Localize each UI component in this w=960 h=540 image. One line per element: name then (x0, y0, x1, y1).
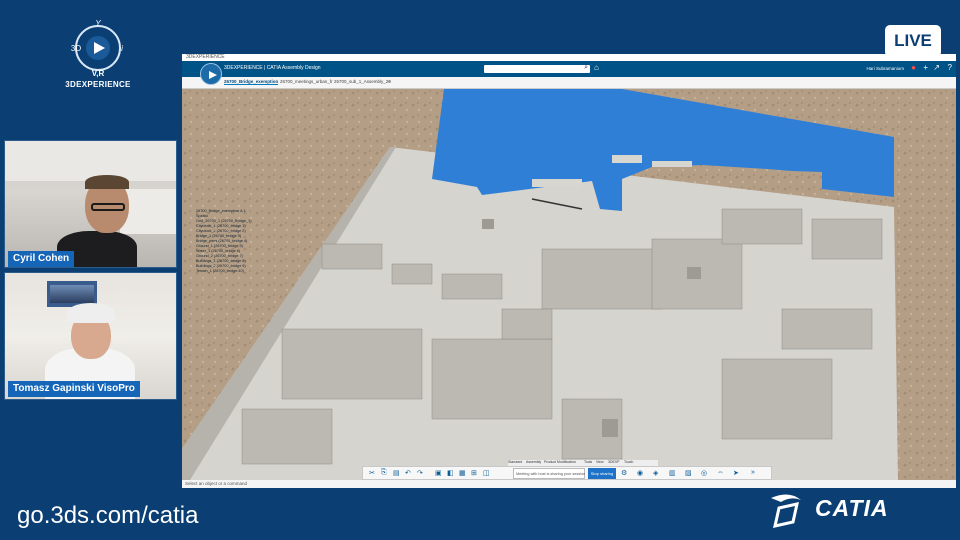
camera-icon[interactable]: ◎ (701, 469, 707, 477)
search-input[interactable]: ⌕ (484, 64, 590, 73)
webcam-cyril: Cyril Cohen (4, 140, 177, 268)
tag-icon[interactable]: ⌂ (594, 63, 599, 72)
section-icon[interactable]: ▥ (669, 469, 676, 477)
insert-icon[interactable]: ▣ (435, 469, 442, 477)
settings-icon[interactable]: ⚙ (621, 469, 627, 477)
copy-icon[interactable]: ⎘ (381, 469, 387, 477)
tab-view[interactable]: View (596, 460, 604, 464)
measure-icon[interactable]: ◫ (483, 469, 490, 477)
live-badge: LIVE (885, 25, 941, 57)
svg-text:3D: 3D (71, 44, 81, 53)
tab-standard[interactable]: Standard (508, 460, 522, 464)
tab-bridge-exemption[interactable]: 26700_Bridge_exemption (224, 79, 279, 85)
catia-window: 3DEXPERIENCE 3DEXPERIENCE | CATIA Assemb… (182, 54, 956, 488)
search-icon[interactable]: ⌕ (584, 64, 588, 72)
webcam-tomasz: Tomasz Gapinski VisoPro (4, 272, 177, 400)
tab-touch[interactable]: Touch (624, 460, 633, 464)
new-tab-icon[interactable]: + (388, 79, 391, 84)
add-icon[interactable]: + (923, 63, 928, 72)
user-name[interactable]: Hari Subramanium (866, 66, 904, 71)
view-icon[interactable]: ◈ (653, 469, 658, 477)
tab-assembly[interactable]: Assembly (526, 460, 541, 464)
footer-url[interactable]: go.3ds.com/catia (17, 502, 198, 530)
tab-3dexp[interactable]: 3DEXP (608, 460, 619, 464)
notification-icon[interactable]: ● (911, 63, 916, 72)
3dexperience-logo: Y 3D i V,R 3DEXPERIENCE (48, 18, 148, 89)
redo-icon[interactable]: ↷ (417, 469, 423, 477)
document-tabs: 26700_Bridge_exemption 26700_meetings_ur… (182, 77, 956, 89)
more-icon[interactable]: » (751, 469, 755, 476)
undo-icon[interactable]: ↶ (405, 469, 411, 477)
product-icon[interactable]: ◧ (447, 469, 454, 477)
paste-icon[interactable]: ▤ (393, 469, 400, 477)
top-bar: 3DEXPERIENCE | CATIA Assembly Design ⌕ ⌂… (182, 61, 956, 85)
action-bar: ✂ ⎘ ▤ ↶ ↷ ▣ ◧ ▦ ⊞ ◫ Meeting with host is… (362, 466, 772, 480)
tab-product-modification[interactable]: Product Modification (544, 460, 576, 464)
render-icon[interactable]: ◉ (637, 469, 643, 477)
svg-text:i: i (121, 44, 123, 53)
svg-text:Y: Y (95, 19, 101, 28)
sharing-message: Meeting with host is sharing your sessio… (513, 468, 585, 479)
specification-tree: 26700_Bridge_exemption A.1 Spatial Grid_… (196, 209, 276, 274)
part-icon[interactable]: ▦ (459, 469, 466, 477)
webcam-name-label: Tomasz Gapinski VisoPro (8, 381, 140, 397)
tab-tools[interactable]: Tools (584, 460, 592, 464)
compare-icon[interactable]: ⇔ (717, 469, 724, 476)
window-title: 3DEXPERIENCE (182, 54, 956, 61)
status-bar: Select an object or a command (182, 480, 956, 488)
app-brand: 3DEXPERIENCE | CATIA Assembly Design (224, 65, 321, 71)
3d-viewport[interactable]: 26700_Bridge_exemption A.1 Spatial Grid_… (182, 89, 956, 480)
constraint-icon[interactable]: ⊞ (471, 469, 477, 477)
ds-logo-icon (771, 494, 801, 528)
arrow-icon[interactable]: ➤ (733, 469, 739, 477)
help-icon[interactable]: ? (948, 63, 952, 72)
3dexperience-logo-text: 3DEXPERIENCE (65, 80, 131, 89)
svg-text:V,R: V,R (92, 69, 105, 78)
cube-icon[interactable]: ▨ (685, 469, 692, 477)
compass-icon[interactable] (200, 63, 222, 85)
catia-wordmark: CATIA (815, 495, 889, 521)
stop-sharing-button[interactable]: Stop sharing (588, 468, 616, 479)
catia-logo: CATIA (767, 492, 907, 528)
tab-sub-assembly[interactable]: 26700_sub_1_Assembly_20 (334, 79, 391, 84)
tab-meetings-urban[interactable]: 26700_meetings_urban_fr (280, 79, 333, 84)
tree-item[interactable]: Terrain_1 (26700_bridge 10) (196, 269, 276, 274)
3dexperience-compass-icon: Y 3D i V,R (71, 19, 123, 78)
cut-icon[interactable]: ✂ (369, 469, 375, 477)
webcam-name-label: Cyril Cohen (8, 251, 75, 267)
share-icon[interactable]: ↗ (933, 63, 940, 72)
city-model[interactable] (182, 89, 956, 480)
